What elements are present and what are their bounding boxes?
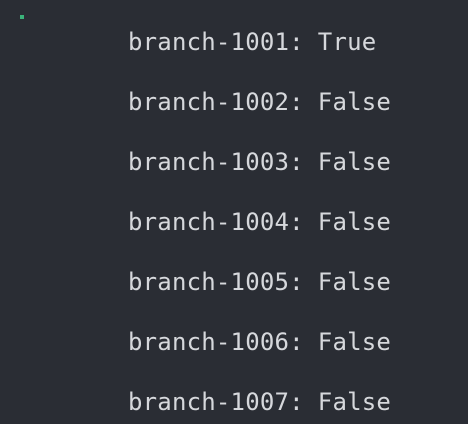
- output-line: branch-1003: False: [128, 147, 391, 177]
- command-status-marker: [20, 15, 24, 19]
- branch-value: False: [317, 208, 392, 236]
- branch-key: branch-1006:: [128, 328, 304, 356]
- output-line: branch-1007: False: [128, 387, 391, 417]
- branch-key: branch-1004:: [128, 208, 304, 236]
- terminal-output: branch-1001: True branch-1002: False branc…: [0, 0, 468, 424]
- branch-value: False: [317, 388, 392, 416]
- branch-value: True: [317, 28, 377, 56]
- branch-value: False: [317, 268, 392, 296]
- branch-key: branch-1002:: [128, 88, 304, 116]
- branch-value: False: [317, 148, 392, 176]
- branch-value: False: [317, 88, 392, 116]
- branch-key: branch-1007:: [128, 388, 304, 416]
- output-line: branch-1006: False: [128, 327, 391, 357]
- output-line: branch-1001: True: [128, 27, 376, 57]
- output-line: branch-1005: False: [128, 267, 391, 297]
- branch-value: False: [317, 328, 392, 356]
- branch-key: branch-1001:: [128, 28, 304, 56]
- branch-key: branch-1003:: [128, 148, 304, 176]
- output-line: branch-1004: False: [128, 207, 391, 237]
- output-line: branch-1002: False: [128, 87, 391, 117]
- branch-key: branch-1005:: [128, 268, 304, 296]
